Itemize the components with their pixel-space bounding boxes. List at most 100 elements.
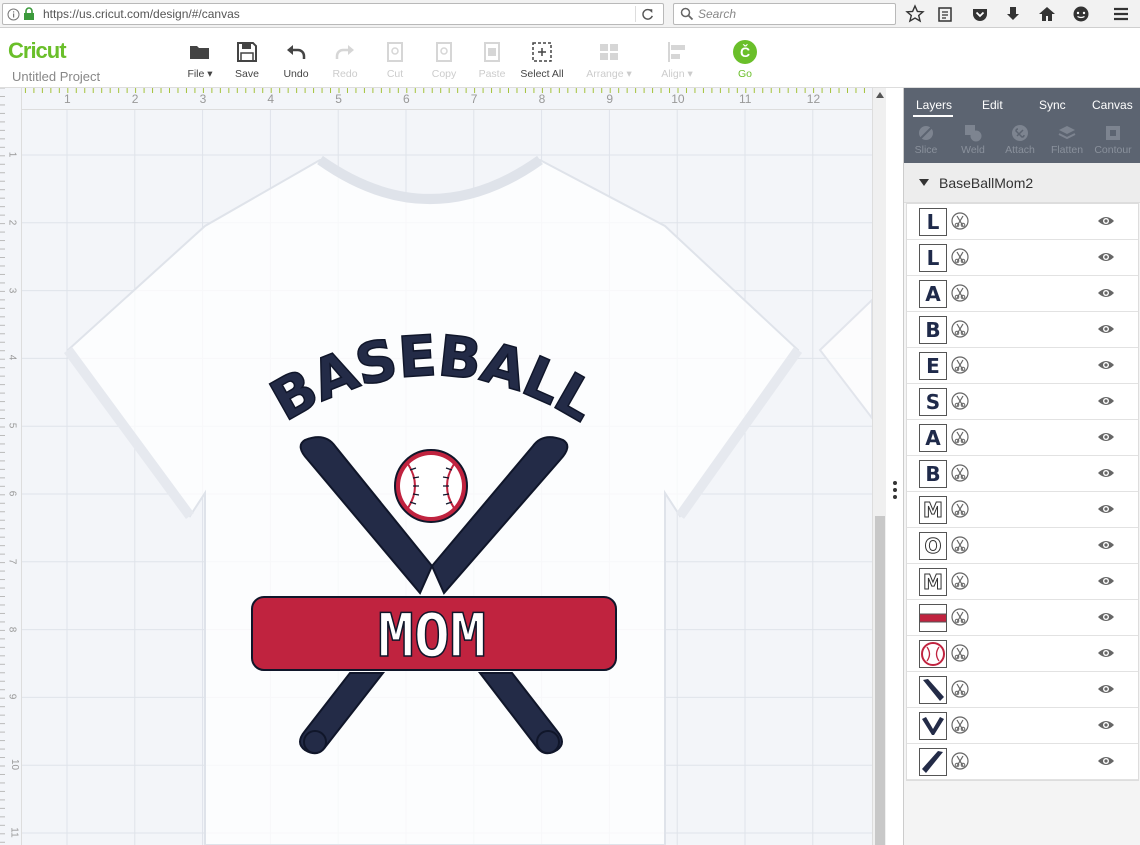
cut-operation-icon[interactable] — [951, 356, 969, 377]
visibility-eye-icon[interactable] — [1097, 755, 1115, 770]
drag-handle-icon[interactable] — [893, 481, 897, 502]
cut-operation-icon[interactable] — [951, 464, 969, 485]
cut-operation-icon[interactable] — [951, 644, 969, 665]
cut-operation-icon[interactable] — [951, 320, 969, 341]
browser-toolbar: https://us.cricut.com/design/#/canvas Se… — [0, 0, 1140, 28]
home-icon[interactable] — [1037, 4, 1057, 24]
visibility-eye-icon[interactable] — [1097, 215, 1115, 230]
visibility-eye-icon[interactable] — [1097, 683, 1115, 698]
layer-row[interactable]: M — [907, 564, 1138, 600]
cut-operation-icon[interactable] — [951, 392, 969, 413]
cut-operation-icon[interactable] — [951, 500, 969, 521]
design-canvas[interactable]: BASEBALL MOM 123456789101112 — [0, 88, 872, 845]
url-text[interactable]: https://us.cricut.com/design/#/canvas — [43, 7, 240, 21]
align-menu-button[interactable]: Align ▾ — [647, 40, 707, 80]
ruler-top: 1 2 3 4 5 6 7 8 9 10 11 12 — [0, 88, 872, 110]
canvas-vertical-scrollbar[interactable] — [872, 88, 886, 845]
visibility-eye-icon[interactable] — [1097, 467, 1115, 482]
cut-operation-icon[interactable] — [951, 716, 969, 737]
panel-divider[interactable] — [886, 88, 904, 845]
baseball-mom-design[interactable]: BASEBALL MOM — [0, 88, 872, 845]
reading-list-icon[interactable] — [935, 4, 955, 24]
layer-row[interactable]: B — [907, 312, 1138, 348]
hamburger-menu-icon[interactable] — [1111, 4, 1131, 24]
address-bar[interactable]: https://us.cricut.com/design/#/canvas — [2, 3, 664, 25]
info-icon[interactable] — [7, 8, 20, 21]
layer-group-header[interactable]: BaseBallMom2 — [904, 163, 1140, 203]
visibility-eye-icon[interactable] — [1097, 719, 1115, 734]
cut-operation-icon[interactable] — [951, 536, 969, 557]
collapse-arrow-icon[interactable] — [919, 179, 929, 186]
slice-button[interactable]: Slice — [903, 124, 949, 156]
project-title[interactable]: Untitled Project — [12, 69, 100, 84]
refresh-icon[interactable] — [635, 6, 659, 22]
visibility-eye-icon[interactable] — [1097, 539, 1115, 554]
go-button[interactable]: Č Go — [715, 40, 775, 80]
browser-search-input[interactable]: Search — [673, 3, 896, 25]
bookmark-star-icon[interactable] — [905, 4, 925, 24]
visibility-eye-icon[interactable] — [1097, 575, 1115, 590]
select-all-icon — [532, 42, 552, 62]
file-label: File — [187, 68, 205, 80]
cut-operation-icon[interactable] — [951, 212, 969, 233]
flatten-button[interactable]: Flatten — [1044, 124, 1090, 156]
tab-edit[interactable]: Edit — [982, 98, 1003, 112]
cut-operation-icon[interactable] — [951, 608, 969, 629]
ruler-top-label: 2 — [131, 92, 139, 106]
select-all-button[interactable]: Select All — [512, 40, 572, 80]
layer-row[interactable] — [907, 672, 1138, 708]
layer-row[interactable] — [907, 744, 1138, 780]
weld-button[interactable]: Weld — [950, 124, 996, 156]
cut-operation-icon[interactable] — [951, 752, 969, 773]
ruler-top-label: 4 — [267, 92, 275, 106]
visibility-eye-icon[interactable] — [1097, 323, 1115, 338]
arrange-menu-button[interactable]: Arrange ▾ — [579, 40, 639, 80]
cut-operation-icon[interactable] — [951, 680, 969, 701]
layer-row[interactable] — [907, 636, 1138, 672]
ruler-top-label: 9 — [606, 92, 614, 106]
slice-label: Slice — [914, 144, 938, 156]
layer-row[interactable]: A — [907, 276, 1138, 312]
visibility-eye-icon[interactable] — [1097, 359, 1115, 374]
layer-row[interactable]: O — [907, 528, 1138, 564]
layer-row[interactable]: L — [907, 240, 1138, 276]
go-label: Go — [737, 68, 752, 80]
visibility-eye-icon[interactable] — [1097, 395, 1115, 410]
mom-text[interactable]: MOM — [377, 600, 487, 672]
visibility-eye-icon[interactable] — [1097, 251, 1115, 266]
layer-row[interactable]: A — [907, 420, 1138, 456]
cut-operation-icon[interactable] — [951, 572, 969, 593]
baseball-arc-text[interactable]: BASEBALL — [259, 323, 608, 435]
download-icon[interactable] — [1003, 4, 1023, 24]
folder-icon — [190, 46, 209, 59]
tab-sync[interactable]: Sync — [1039, 98, 1066, 112]
contour-button[interactable]: Contour — [1090, 124, 1136, 156]
pocket-icon[interactable] — [970, 4, 990, 24]
visibility-eye-icon[interactable] — [1097, 431, 1115, 446]
chat-icon[interactable] — [1071, 4, 1091, 24]
layer-row[interactable] — [907, 600, 1138, 636]
tab-layers[interactable]: Layers — [916, 98, 952, 112]
scroll-up-arrow-icon[interactable] — [876, 92, 884, 98]
visibility-eye-icon[interactable] — [1097, 611, 1115, 626]
cut-operation-icon[interactable] — [951, 284, 969, 305]
layer-row[interactable]: L — [907, 204, 1138, 240]
layer-row[interactable]: B — [907, 456, 1138, 492]
layer-row[interactable]: S — [907, 384, 1138, 420]
cut-operation-icon[interactable] — [951, 248, 969, 269]
tab-canvas[interactable]: Canvas — [1092, 98, 1133, 112]
layer-thumbnail — [919, 604, 947, 632]
cricut-logo[interactable]: Cricut — [8, 38, 67, 64]
scrollbar-thumb[interactable] — [875, 516, 885, 845]
layer-row[interactable] — [907, 708, 1138, 744]
layer-row[interactable]: E — [907, 348, 1138, 384]
attach-button[interactable]: Attach — [997, 124, 1043, 156]
mom-banner[interactable]: MOM — [251, 596, 617, 672]
baseball-graphic[interactable] — [394, 449, 468, 523]
layer-row[interactable]: M — [907, 492, 1138, 528]
visibility-eye-icon[interactable] — [1097, 287, 1115, 302]
search-placeholder: Search — [698, 7, 737, 21]
visibility-eye-icon[interactable] — [1097, 503, 1115, 518]
cut-operation-icon[interactable] — [951, 428, 969, 449]
visibility-eye-icon[interactable] — [1097, 647, 1115, 662]
